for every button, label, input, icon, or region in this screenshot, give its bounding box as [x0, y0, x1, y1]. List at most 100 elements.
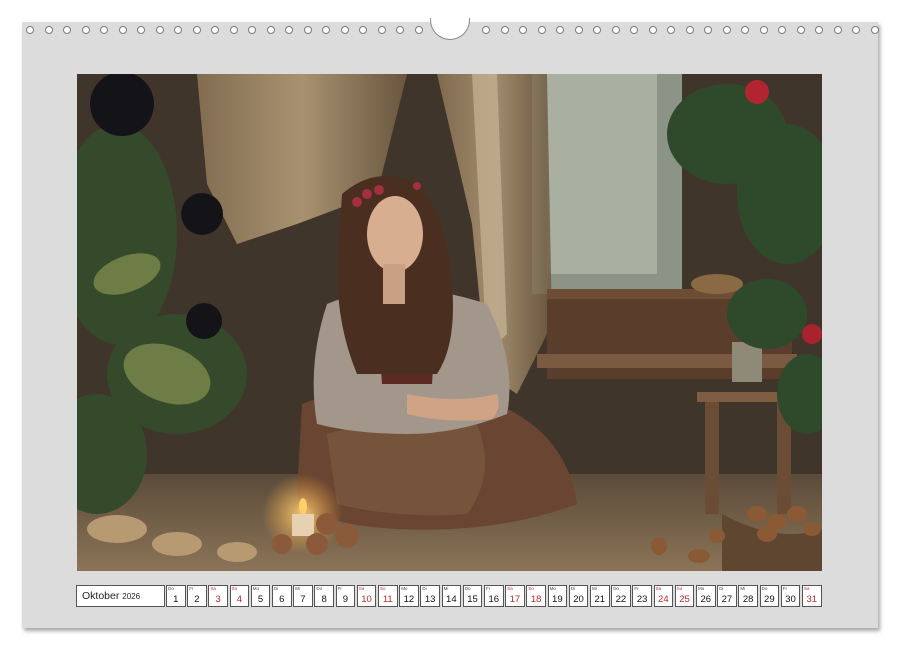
day-number: 29 — [764, 594, 775, 605]
day-number: 27 — [721, 594, 733, 605]
day-weekday: Sa — [655, 586, 662, 591]
binding-ring — [741, 26, 749, 34]
day-cell: Mi 7 — [293, 585, 313, 607]
day-weekday: So — [380, 586, 386, 591]
binding-ring — [611, 26, 620, 34]
binding-ring — [248, 26, 256, 34]
day-weekday: Mi — [592, 586, 597, 591]
day-cell: Mi 14 — [441, 585, 462, 607]
binding-ring — [593, 26, 601, 34]
day-weekday: Do — [613, 586, 619, 591]
day-cell: Sa 10 — [356, 585, 377, 607]
binding-ring — [322, 26, 330, 34]
day-cell: Do 1 — [166, 585, 186, 607]
binding-ring — [630, 26, 638, 34]
day-cell: So 18 — [526, 585, 546, 607]
binding-ring — [648, 26, 657, 34]
day-number: 13 — [424, 594, 436, 605]
binding-ring — [704, 26, 712, 34]
day-cell: Sa 17 — [505, 585, 525, 607]
day-weekday: So — [528, 586, 534, 591]
binding-ring — [556, 26, 564, 34]
day-number: 19 — [552, 594, 563, 605]
binding-ring — [285, 26, 293, 34]
day-number: 31 — [806, 594, 818, 605]
day-weekday: Sa — [210, 586, 216, 591]
day-number: 9 — [342, 594, 348, 605]
binding-ring — [266, 26, 275, 34]
day-weekday: Sa — [804, 586, 810, 591]
binding-ring — [414, 26, 423, 34]
binding-ring — [81, 26, 90, 34]
day-weekday: Do — [464, 586, 471, 591]
day-number: 6 — [279, 594, 285, 605]
day-cell: Fr 9 — [335, 585, 356, 607]
day-cell: So 4 — [229, 585, 250, 607]
month-strip: Oktober 2026 Do 1 Fr 2 Sa 3 So 4 Mo 5 Di 6 Mi 7 Do 8 Fr 9… — [76, 585, 824, 609]
month-label: Oktober 2026 — [76, 585, 165, 607]
day-weekday: Di — [570, 586, 576, 591]
day-weekday: So — [231, 586, 238, 591]
day-cell: Do 22 — [611, 585, 631, 607]
day-cell: Mo 5 — [250, 585, 271, 607]
day-cell: Mo 26 — [696, 585, 716, 607]
day-number: 17 — [509, 594, 521, 605]
day-number: 25 — [679, 594, 690, 605]
day-weekday: Fr — [634, 586, 639, 591]
day-weekday: Mi — [740, 586, 746, 591]
day-number: 1 — [173, 594, 179, 605]
day-cell: So 25 — [674, 585, 695, 607]
binding-ring — [519, 26, 527, 34]
day-weekday: Mo — [401, 586, 408, 591]
binding-ring — [500, 26, 509, 34]
binding-ring — [667, 26, 675, 34]
day-weekday: Fr — [486, 586, 491, 591]
day-weekday: Do — [761, 586, 768, 591]
binding-ring — [155, 26, 164, 34]
binding-ring — [340, 26, 349, 34]
binding-ring — [833, 26, 842, 34]
binding-ring — [482, 26, 490, 34]
day-cell: Sa 24 — [653, 585, 674, 607]
year-label: 2026 — [122, 592, 141, 601]
day-number: 8 — [321, 594, 327, 605]
binding-ring — [870, 26, 879, 34]
binding-ring — [377, 26, 386, 34]
day-cell: Fr 2 — [187, 585, 207, 607]
day-number: 21 — [594, 594, 606, 605]
day-weekday: Mi — [443, 586, 449, 591]
day-weekday: Mo — [549, 586, 556, 591]
day-weekday: Sa — [358, 586, 365, 591]
binding-ring — [759, 26, 768, 34]
binding-ring — [118, 26, 127, 34]
day-number: 7 — [300, 594, 306, 605]
binding-ring — [396, 26, 404, 34]
day-number: 16 — [488, 594, 500, 605]
month-name: Oktober — [82, 590, 120, 602]
day-cell: Di 6 — [272, 585, 292, 607]
binding-ring — [778, 26, 786, 34]
day-weekday: Do — [316, 586, 323, 591]
day-cell: Mo 12 — [399, 585, 419, 607]
day-weekday: Fr — [189, 586, 194, 591]
binding-ring — [229, 26, 238, 34]
binding-ring — [303, 26, 312, 34]
binding-ring — [574, 26, 583, 34]
day-weekday: Mo — [698, 586, 705, 591]
binding-ring — [44, 26, 53, 34]
day-number: 5 — [257, 594, 264, 605]
day-cell: Di 13 — [420, 585, 440, 607]
day-number: 12 — [403, 594, 415, 605]
day-number: 11 — [382, 594, 393, 605]
binding-ring — [26, 26, 34, 34]
day-number: 30 — [785, 594, 796, 605]
day-weekday: Di — [719, 586, 724, 591]
day-number: 24 — [658, 594, 669, 605]
day-number: 4 — [236, 594, 242, 605]
binding-ring — [211, 26, 219, 34]
binding-ring — [796, 26, 805, 34]
day-number: 26 — [700, 594, 712, 605]
day-weekday: Mi — [295, 586, 300, 591]
day-weekday: Fr — [337, 586, 342, 591]
day-cell: Do 29 — [759, 585, 780, 607]
